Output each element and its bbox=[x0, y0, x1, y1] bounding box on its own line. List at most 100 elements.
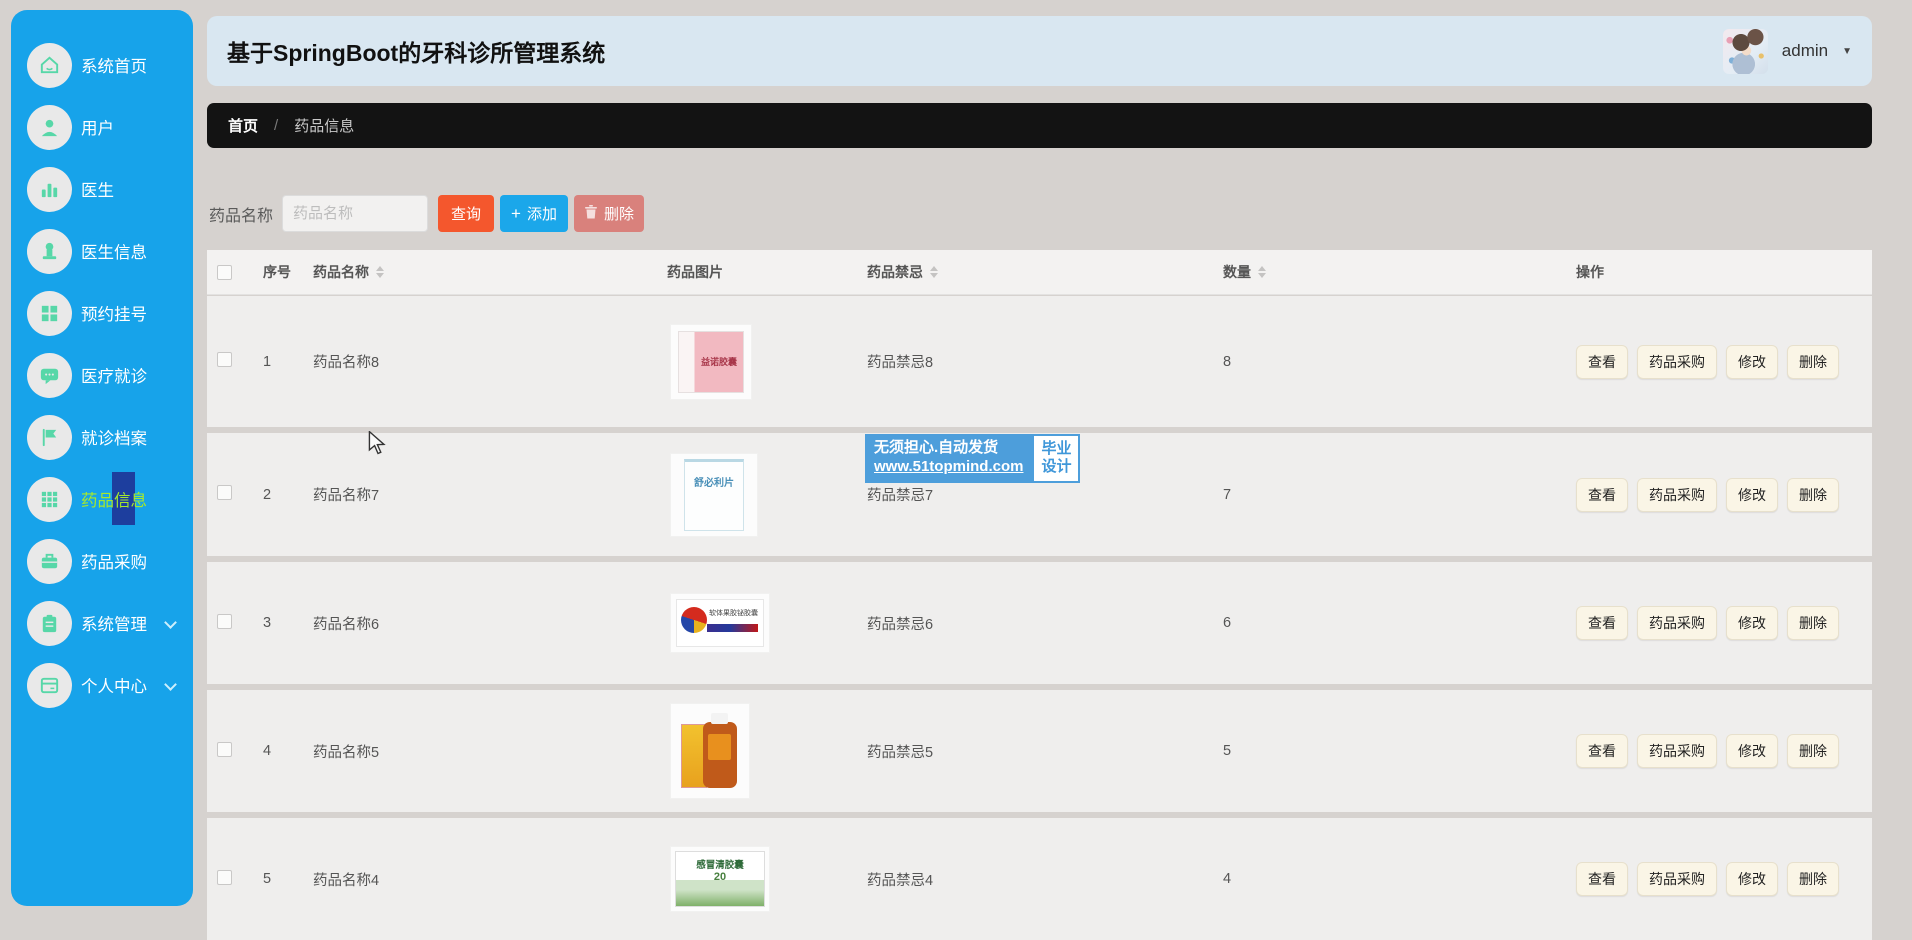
add-button[interactable]: + 添加 bbox=[500, 195, 568, 232]
sidebar-item-appointments[interactable]: 预约挂号 bbox=[11, 282, 193, 344]
chevron-down-icon bbox=[164, 678, 177, 691]
breadcrumb-home-link[interactable]: 首页 bbox=[228, 115, 258, 136]
filter-bar: 药品名称 查询 + 添加 删除 bbox=[209, 195, 644, 232]
top-header: 基于SpringBoot的牙科诊所管理系统 admin ▼ bbox=[207, 16, 1872, 86]
cell-quantity: 5 bbox=[1223, 743, 1576, 759]
row-checkbox[interactable] bbox=[217, 614, 232, 629]
sidebar-item-doctors[interactable]: 医生 bbox=[11, 158, 193, 220]
caret-down-icon: ▼ bbox=[1842, 46, 1852, 57]
sidebar-item-home[interactable]: 系统首页 bbox=[11, 34, 193, 96]
view-button[interactable]: 查看 bbox=[1576, 862, 1628, 896]
search-button[interactable]: 查询 bbox=[438, 195, 494, 232]
chevron-down-icon bbox=[164, 616, 177, 629]
sidebar-item-visit-records[interactable]: 就诊档案 bbox=[11, 406, 193, 468]
watermark-badge: 毕业 设计 bbox=[1032, 434, 1080, 483]
username: admin bbox=[1782, 41, 1828, 61]
product-image: 舒必利片 bbox=[671, 454, 757, 536]
sidebar-item-label: 医生信息 bbox=[81, 239, 147, 263]
medicine-name-input[interactable] bbox=[282, 195, 428, 232]
sidebar-item-users[interactable]: 用户 bbox=[11, 96, 193, 158]
column-header-name[interactable]: 药品名称 bbox=[313, 262, 667, 282]
cell-name: 药品名称5 bbox=[313, 741, 667, 762]
plus-icon: + bbox=[511, 205, 521, 222]
edit-button[interactable]: 修改 bbox=[1726, 862, 1778, 896]
edit-button[interactable]: 修改 bbox=[1726, 478, 1778, 512]
sidebar-item-label: 系统管理 bbox=[81, 611, 147, 635]
cell-taboo: 药品禁忌7 bbox=[867, 484, 1223, 505]
column-header-quantity[interactable]: 数量 bbox=[1223, 262, 1576, 282]
delete-row-button[interactable]: 删除 bbox=[1787, 862, 1839, 896]
sidebar-item-label: 个人中心 bbox=[81, 673, 147, 697]
delete-row-button[interactable]: 删除 bbox=[1787, 606, 1839, 640]
product-image bbox=[671, 704, 749, 798]
row-checkbox[interactable] bbox=[217, 352, 232, 367]
sort-arrows-icon[interactable] bbox=[1258, 266, 1266, 278]
sidebar-item-system-management[interactable]: 系统管理 bbox=[11, 592, 193, 654]
view-button[interactable]: 查看 bbox=[1576, 345, 1628, 379]
delete-button[interactable]: 删除 bbox=[574, 195, 644, 232]
sort-arrows-icon[interactable] bbox=[930, 266, 938, 278]
purchase-button[interactable]: 药品采购 bbox=[1637, 478, 1717, 512]
watermark-ad: 无须担心.自动发货 www.51topmind.com 毕业 设计 bbox=[865, 434, 1080, 483]
cell-name: 药品名称7 bbox=[313, 484, 667, 505]
edit-button[interactable]: 修改 bbox=[1726, 345, 1778, 379]
briefcase-icon bbox=[27, 539, 72, 584]
cell-taboo: 药品禁忌8 bbox=[867, 351, 1223, 372]
purchase-button[interactable]: 药品采购 bbox=[1637, 862, 1717, 896]
view-button[interactable]: 查看 bbox=[1576, 734, 1628, 768]
sidebar-item-medicine-purchase[interactable]: 药品采购 bbox=[11, 530, 193, 592]
table-row: 3 药品名称6 软体果胶铋胶囊 药品禁忌6 6 查看 药品采购 修改 删除 bbox=[207, 562, 1872, 684]
cell-index: 3 bbox=[263, 615, 313, 631]
purchase-button[interactable]: 药品采购 bbox=[1637, 345, 1717, 379]
cell-name: 药品名称8 bbox=[313, 351, 667, 372]
row-checkbox[interactable] bbox=[217, 742, 232, 757]
sidebar-item-label: 医疗就诊 bbox=[81, 363, 147, 387]
row-checkbox[interactable] bbox=[217, 870, 232, 885]
cell-quantity: 8 bbox=[1223, 354, 1576, 370]
sidebar-item-personal-center[interactable]: 个人中心 bbox=[11, 654, 193, 716]
watermark-text: 无须担心.自动发货 www.51topmind.com bbox=[865, 434, 1032, 483]
cell-quantity: 6 bbox=[1223, 615, 1576, 631]
table-header: 序号 药品名称 药品图片 药品禁忌 数量 操作 bbox=[207, 250, 1872, 295]
doctor-icon bbox=[27, 229, 72, 274]
avatar[interactable] bbox=[1723, 29, 1768, 74]
user-icon bbox=[27, 105, 72, 150]
table-row: 5 药品名称4 感冒清胶囊 20 药品禁忌4 4 查看 药品采购 修改 删除 bbox=[207, 818, 1872, 940]
sidebar-item-doctor-info[interactable]: 医生信息 bbox=[11, 220, 193, 282]
row-checkbox[interactable] bbox=[217, 485, 232, 500]
sidebar: 系统首页 用户 医生 医生信息 预约挂号 医疗就诊 就诊档案 bbox=[11, 10, 193, 906]
grid-2x2-icon bbox=[27, 291, 72, 336]
view-button[interactable]: 查看 bbox=[1576, 478, 1628, 512]
bar-chart-icon bbox=[27, 167, 72, 212]
table-row: 1 药品名称8 益诺胶囊 药品禁忌8 8 查看 药品采购 修改 删除 bbox=[207, 296, 1872, 427]
column-header-taboo[interactable]: 药品禁忌 bbox=[867, 262, 1223, 282]
column-header-index: 序号 bbox=[263, 262, 313, 282]
trash-icon bbox=[584, 204, 598, 223]
purchase-button[interactable]: 药品采购 bbox=[1637, 606, 1717, 640]
filter-label: 药品名称 bbox=[209, 202, 273, 226]
purchase-button[interactable]: 药品采购 bbox=[1637, 734, 1717, 768]
delete-row-button[interactable]: 删除 bbox=[1787, 734, 1839, 768]
cell-taboo: 药品禁忌6 bbox=[867, 613, 1223, 634]
edit-button[interactable]: 修改 bbox=[1726, 734, 1778, 768]
delete-row-button[interactable]: 删除 bbox=[1787, 345, 1839, 379]
product-image: 益诺胶囊 bbox=[671, 325, 751, 399]
select-all-checkbox[interactable] bbox=[217, 265, 232, 280]
breadcrumb-current: 药品信息 bbox=[294, 115, 354, 136]
sidebar-item-medicine-info[interactable]: 药品信息 bbox=[11, 468, 193, 530]
edit-button[interactable]: 修改 bbox=[1726, 606, 1778, 640]
sidebar-item-label: 药品采购 bbox=[81, 549, 147, 573]
column-header-operation: 操作 bbox=[1576, 262, 1872, 282]
cell-name: 药品名称6 bbox=[313, 613, 667, 634]
grid-3x3-icon bbox=[27, 477, 72, 522]
clipboard-icon bbox=[27, 601, 72, 646]
user-menu[interactable]: admin ▼ bbox=[1723, 29, 1852, 74]
delete-row-button[interactable]: 删除 bbox=[1787, 478, 1839, 512]
cell-index: 4 bbox=[263, 743, 313, 759]
page-title: 基于SpringBoot的牙科诊所管理系统 bbox=[227, 34, 605, 68]
cell-quantity: 7 bbox=[1223, 487, 1576, 503]
sidebar-item-medical-visits[interactable]: 医疗就诊 bbox=[11, 344, 193, 406]
view-button[interactable]: 查看 bbox=[1576, 606, 1628, 640]
sort-arrows-icon[interactable] bbox=[376, 266, 384, 278]
cell-taboo: 药品禁忌5 bbox=[867, 741, 1223, 762]
